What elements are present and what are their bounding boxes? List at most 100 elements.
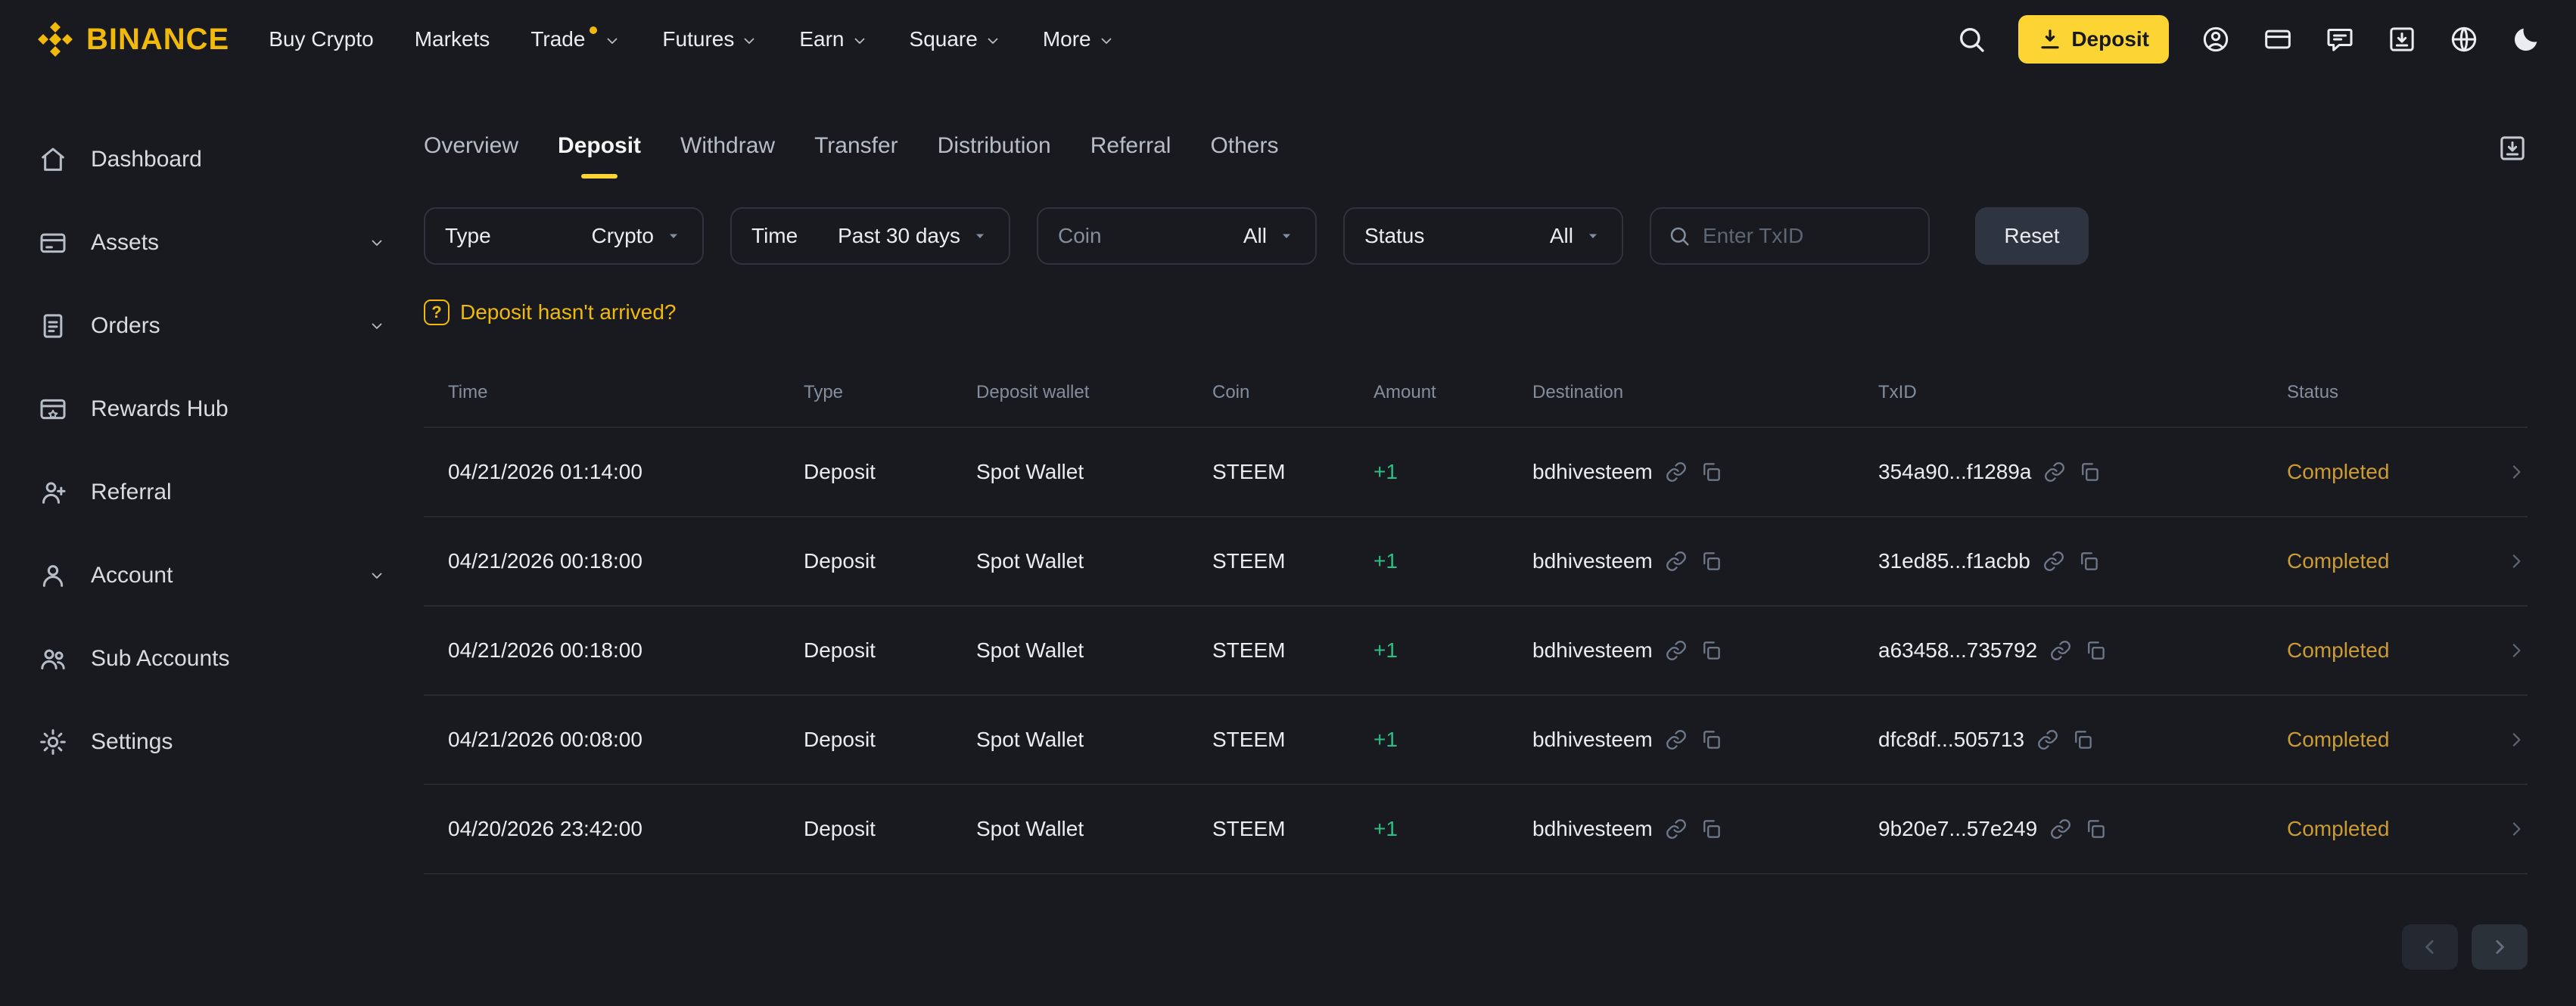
copy-icon[interactable] [1700,639,1722,662]
cell-status: Completed [2287,728,2390,751]
tab-transfer[interactable]: Transfer [814,133,898,179]
sidebar-item-dashboard[interactable]: Dashboard [0,118,424,201]
nav-item-more[interactable]: More [1043,27,1115,51]
search-icon[interactable] [1956,24,1986,54]
external-link-icon[interactable] [2049,818,2072,840]
nav-item-buy-crypto[interactable]: Buy Crypto [269,27,374,51]
next-page-button[interactable] [2472,924,2528,970]
theme-moon-icon[interactable] [2511,24,2541,54]
support-chat-icon[interactable] [2325,24,2355,54]
chevron-left-icon [2419,936,2441,958]
copy-icon[interactable] [1700,728,1722,751]
tab-others[interactable]: Others [1210,133,1278,179]
cell-deposit-wallet: Spot Wallet [976,549,1084,573]
reset-button[interactable]: Reset [1975,207,2089,265]
external-link-icon[interactable] [1665,728,1688,751]
binance-logo[interactable]: BINANCE [35,19,229,60]
main-nav: Buy Crypto Markets Trade Futures Earn Square M… [269,26,1115,51]
globe-icon[interactable] [2449,24,2479,54]
cell-time: 04/21/2026 00:18:00 [448,638,642,662]
nav-item-label: Square [909,27,978,51]
main-content: Overview Deposit Withdraw Transfer Distribut… [424,79,2576,1006]
col-header-time: Time [448,382,488,402]
external-link-icon[interactable] [2036,728,2059,751]
copy-icon[interactable] [2084,639,2107,662]
filter-label: Type [445,224,491,247]
external-link-icon[interactable] [1665,639,1688,662]
chevron-right-icon[interactable] [2505,818,2528,840]
copy-icon[interactable] [2084,818,2107,840]
cell-time: 04/21/2026 00:08:00 [448,728,642,751]
app-download-icon[interactable] [2387,24,2417,54]
status-filter-dropdown[interactable]: Status All [1343,207,1623,265]
user-icon[interactable] [2201,24,2231,54]
chevron-right-icon[interactable] [2505,639,2528,662]
deposit-button[interactable]: Deposit [2018,15,2169,64]
sidebar: Dashboard Assets Orders Rewards Hub Referral… [0,79,424,1006]
nav-item-trade[interactable]: Trade [530,26,621,51]
copy-icon[interactable] [2077,550,2100,573]
cell-amount: +1 [1374,728,1398,751]
prev-page-button[interactable] [2402,924,2458,970]
copy-icon[interactable] [2071,728,2094,751]
cell-txid: dfc8df...505713 [1878,728,2287,752]
txid-value: a63458...735792 [1878,638,2038,662]
deposit-row[interactable]: 04/21/2026 00:08:00 Deposit Spot Wallet STE… [424,696,2528,785]
nav-item-markets[interactable]: Markets [415,27,490,51]
nav-item-earn[interactable]: Earn [799,27,868,51]
chevron-right-icon[interactable] [2505,550,2528,573]
tab-overview[interactable]: Overview [424,133,518,179]
deposit-row[interactable]: 04/20/2026 23:42:00 Deposit Spot Wallet STE… [424,785,2528,874]
account-icon [38,560,68,591]
cell-txid: a63458...735792 [1878,638,2287,663]
sidebar-item-orders[interactable]: Orders [0,284,424,368]
deposit-row[interactable]: 04/21/2026 00:18:00 Deposit Spot Wallet STE… [424,517,2528,607]
sidebar-item-account[interactable]: Account [0,534,424,617]
nav-item-square[interactable]: Square [910,27,1002,51]
dashboard-icon [38,144,68,175]
type-filter-dropdown[interactable]: Type Crypto [424,207,704,265]
deposit-row[interactable]: 04/21/2026 01:14:00 Deposit Spot Wallet STE… [424,428,2528,517]
deposit-row[interactable]: 04/21/2026 00:18:00 Deposit Spot Wallet STE… [424,607,2528,696]
txid-input[interactable] [1703,224,1912,248]
tab-deposit[interactable]: Deposit [558,133,641,179]
txid-search-box[interactable] [1650,207,1930,265]
copy-icon[interactable] [2078,461,2101,483]
sidebar-item-sub-accounts[interactable]: Sub Accounts [0,617,424,700]
cell-deposit-wallet: Spot Wallet [976,728,1084,751]
wallet-icon[interactable] [2263,24,2293,54]
time-filter-dropdown[interactable]: Time Past 30 days [730,207,1010,265]
coin-filter-dropdown[interactable]: Coin All [1037,207,1317,265]
deposit-button-label: Deposit [2071,27,2149,51]
external-link-icon[interactable] [1665,461,1688,483]
cell-txid: 9b20e7...57e249 [1878,817,2287,841]
deposit-help-link[interactable]: ? Deposit hasn't arrived? [424,300,677,325]
destination-address: bdhivesteem [1532,549,1653,573]
nav-item-label: Markets [414,27,490,51]
sidebar-item-assets[interactable]: Assets [0,201,424,284]
external-link-icon[interactable] [2049,639,2072,662]
external-link-icon[interactable] [2043,461,2066,483]
nav-item-futures[interactable]: Futures [662,27,758,51]
deposit-help-label: Deposit hasn't arrived? [460,300,677,324]
sidebar-item-rewards-hub[interactable]: Rewards Hub [0,368,424,451]
external-link-icon[interactable] [1665,550,1688,573]
cell-destination: bdhivesteem [1532,728,1878,752]
export-history-icon[interactable] [2497,133,2528,163]
col-header-destination: Destination [1532,382,1624,402]
tab-distribution[interactable]: Distribution [938,133,1051,179]
sidebar-item-referral[interactable]: Referral [0,451,424,534]
sidebar-item-label: Dashboard [91,147,202,172]
external-link-icon[interactable] [2042,550,2065,573]
sidebar-item-settings[interactable]: Settings [0,700,424,784]
copy-icon[interactable] [1700,550,1722,573]
pagination [424,924,2528,970]
external-link-icon[interactable] [1665,818,1688,840]
chevron-right-icon[interactable] [2505,461,2528,483]
destination-address: bdhivesteem [1532,638,1653,662]
tab-referral[interactable]: Referral [1090,133,1171,179]
copy-icon[interactable] [1700,818,1722,840]
tab-withdraw[interactable]: Withdraw [680,133,775,179]
copy-icon[interactable] [1700,461,1722,483]
chevron-right-icon[interactable] [2505,728,2528,751]
